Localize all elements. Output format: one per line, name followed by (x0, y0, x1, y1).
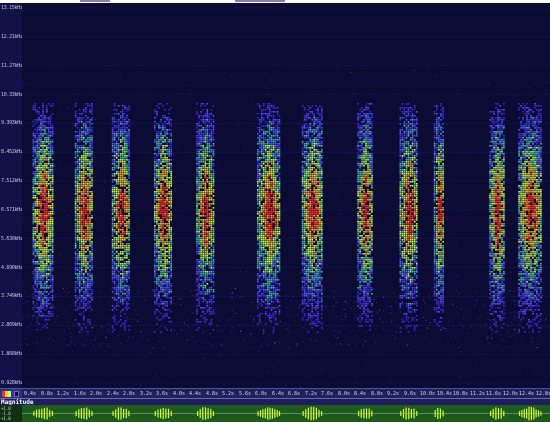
time-tick-label: 2.8s (123, 391, 136, 397)
time-tick-label: 9.6s (404, 391, 417, 397)
spectrogram-app: 13.15kHz 12.21kHz 11.27kHz 10.33kHz 9.393kHz… (0, 0, 550, 422)
frequency-tick-label: 9.393kHz (1, 120, 23, 126)
frequency-tick-label: 8.452kHz (1, 149, 23, 155)
frequency-tick-label: 7.512kHz (1, 178, 23, 184)
time-tick-label: 1.2s (57, 391, 70, 397)
time-tick-label: 8.4s (354, 391, 367, 397)
time-tick-label: 10.4s (437, 391, 453, 397)
time-tick-label: 0.8s (41, 391, 54, 397)
frequency-tick-label: 1.868kHz (1, 351, 23, 357)
time-tick-label: 6.0s (255, 391, 268, 397)
scroll-grip-right[interactable] (235, 0, 285, 2)
time-tick-label: 10.0s (420, 391, 436, 397)
frequency-tick-label: 2.809kHz (1, 322, 23, 328)
frequency-tick-label: 10.33kHz (1, 92, 23, 98)
time-tick-label: 0.4s (24, 391, 37, 397)
frequency-tick-label: 5.630kHz (1, 236, 23, 242)
time-tick-label: 4.8s (206, 391, 219, 397)
frequency-axis: 13.15kHz 12.21kHz 11.27kHz 10.33kHz 9.393kHz… (0, 3, 23, 388)
call-burst (74, 103, 93, 333)
scroll-grip-left[interactable] (80, 0, 110, 2)
time-tick-label: 1.6s (74, 391, 87, 397)
time-tick-label: 6.8s (288, 391, 301, 397)
time-tick-label: 6.4s (272, 391, 285, 397)
time-tick-label: 2.4s (107, 391, 120, 397)
time-tick-label: 8.8s (371, 391, 384, 397)
time-tick-label: 11.6s (486, 391, 502, 397)
time-tick-label: 11.2s (470, 391, 486, 397)
time-tick-label: 5.2s (222, 391, 235, 397)
frequency-tick-label: 13.15kHz (1, 5, 23, 11)
waveform-axis: +1.0 -1.0 +1.0 (0, 405, 22, 422)
time-tick-label: 7.2s (305, 391, 318, 397)
time-tick-label: 5.6s (239, 391, 252, 397)
time-tick-label: 12.4s (519, 391, 535, 397)
frequency-tick-label: 12.21kHz (1, 34, 23, 40)
frequency-tick-label: 0.928kHz (1, 380, 23, 386)
waveform-tick-label: +1.0 (1, 416, 11, 421)
time-tick-label: 12.0s (503, 391, 519, 397)
spectrogram-background (22, 3, 550, 388)
time-tick-label: 9.2s (387, 391, 400, 397)
time-tick-label: 4.4s (189, 391, 202, 397)
frequency-tick-label: 3.749kHz (1, 293, 23, 299)
time-tick-label: 2.0s (90, 391, 103, 397)
spectrogram-view[interactable] (22, 3, 550, 388)
time-tick-label: 3.6s (156, 391, 169, 397)
time-tick-label: 7.6s (321, 391, 334, 397)
time-tick-label: 8.0s (338, 391, 351, 397)
frequency-tick-label: 4.690kHz (1, 265, 23, 271)
frequency-tick-label: 6.571kHz (1, 207, 23, 213)
time-tick-label: 3.2s (140, 391, 153, 397)
time-tick-label: 12.8s (536, 391, 550, 397)
waveform-view[interactable] (22, 405, 550, 422)
frequency-tick-label: 11.27kHz (1, 63, 23, 69)
time-tick-label: 10.8s (453, 391, 469, 397)
time-tick-label: 4.0s (173, 391, 186, 397)
